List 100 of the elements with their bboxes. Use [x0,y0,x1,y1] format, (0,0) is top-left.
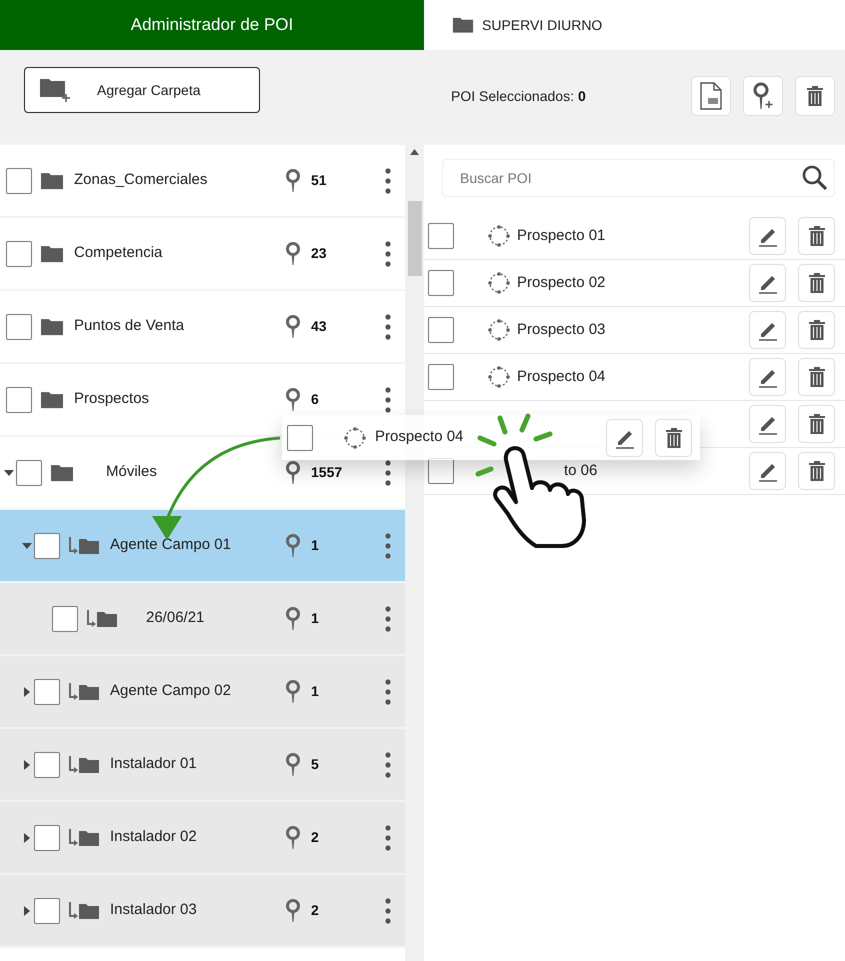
folder-row[interactable]: Agente Campo 01 1 [0,510,405,583]
more-icon[interactable] [385,460,391,486]
search-icon[interactable] [801,164,829,192]
caret-right-icon[interactable] [24,832,30,842]
checkbox[interactable] [6,314,32,340]
pin-icon [285,242,301,266]
delete-button[interactable] [795,76,835,116]
checkbox[interactable] [428,270,454,296]
folder-row[interactable]: Instalador 01 5 [0,729,405,802]
folder-arrow-icon [68,536,100,556]
checkbox[interactable] [34,824,60,850]
edit-button[interactable] [749,358,786,396]
folder-icon [40,316,64,336]
selected-label: POI Seleccionados: [451,86,574,106]
edit-button[interactable] [606,418,643,456]
trash-icon [808,319,826,341]
checkbox[interactable] [6,240,32,266]
folder-name: Competencia [74,243,162,264]
search-field[interactable]: Buscar POI [442,159,835,197]
poi-count: 6 [311,390,319,409]
delete-button[interactable] [655,418,692,456]
add-poi-button[interactable] [743,76,783,116]
checkbox[interactable] [428,317,454,343]
delete-button[interactable] [798,452,835,490]
caret-right-icon[interactable] [24,760,30,770]
more-icon[interactable] [385,240,391,266]
trash-icon [664,426,682,448]
scrollbar-thumb[interactable] [408,201,422,276]
poi-name: Prospecto 04 [517,366,606,387]
checkbox[interactable] [6,168,32,194]
selected-count: 0 [578,86,586,106]
delete-button[interactable] [798,311,835,349]
edit-button[interactable] [749,264,786,302]
more-icon[interactable] [385,898,391,924]
edit-button[interactable] [749,452,786,490]
pin-icon [285,534,301,558]
folder-arrow-icon [86,608,118,628]
dotted-circle-icon [487,318,511,342]
add-folder-button[interactable]: Agregar Carpeta [24,67,260,113]
edit-button[interactable] [749,311,786,349]
scroll-up-icon[interactable] [410,149,419,155]
pin-icon [285,388,301,412]
dragged-poi-card[interactable]: Prospecto 04 [282,415,700,460]
poi-count: 2 [311,828,319,847]
folder-name: Móviles [105,462,157,482]
more-icon[interactable] [385,168,391,194]
more-icon[interactable] [385,606,391,632]
folder-row[interactable]: Agente Campo 02 1 [0,656,405,729]
pin-icon [285,752,301,776]
pin-icon [285,826,301,850]
poi-count: 1 [311,536,319,555]
folder-row[interactable]: Instalador 03 2 [0,875,405,948]
more-icon[interactable] [385,752,391,778]
poi-count: 1557 [311,463,342,482]
folder-row[interactable]: Instalador 02 2 [0,802,405,875]
edit-button[interactable] [749,405,786,443]
folder-name: Agente Campo 01 [110,535,231,556]
folder-name: Instalador 01 [110,754,197,774]
checkbox[interactable] [34,532,60,558]
more-icon[interactable] [385,314,391,340]
caret-down-icon[interactable] [4,470,14,476]
checkbox[interactable] [428,364,454,390]
checkbox[interactable] [34,752,60,778]
checkbox[interactable] [52,606,78,632]
more-icon[interactable] [385,678,391,704]
folder-icon [50,462,74,482]
delete-button[interactable] [798,217,835,255]
tab[interactable]: Administrador de POI [0,0,424,50]
checkbox[interactable] [34,898,60,924]
edit-button[interactable] [749,217,786,255]
poi-count: 23 [311,244,327,263]
poi-name: to 06 [564,460,598,481]
trash-icon [808,413,826,435]
folder-name: Puntos de Venta [74,316,184,336]
delete-button[interactable] [798,264,835,302]
caret-down-icon[interactable] [22,542,32,548]
checkbox[interactable] [428,458,454,484]
pin-icon [285,680,301,704]
folder-icon [40,390,64,410]
more-icon[interactable] [385,386,391,412]
caret-right-icon[interactable] [24,906,30,916]
more-icon[interactable] [385,532,391,558]
dotted-circle-icon [487,365,511,389]
checkbox[interactable] [428,223,454,249]
tap-sparkle-icon [476,414,552,476]
delete-button[interactable] [798,405,835,443]
pin-icon [285,898,301,922]
checkbox[interactable] [6,386,32,412]
export-xls-button[interactable] [691,76,731,116]
checkbox[interactable] [16,460,42,486]
trash-icon [808,225,826,247]
checkbox[interactable] [287,424,313,450]
delete-button[interactable] [798,358,835,396]
folder-row[interactable]: 26/06/21 1 [0,583,405,656]
folder-add-icon [39,77,73,103]
pin-icon [285,168,301,192]
more-icon[interactable] [385,824,391,850]
caret-right-icon[interactable] [24,686,30,696]
checkbox[interactable] [34,678,60,704]
poi-name: Prospecto 01 [517,226,606,246]
